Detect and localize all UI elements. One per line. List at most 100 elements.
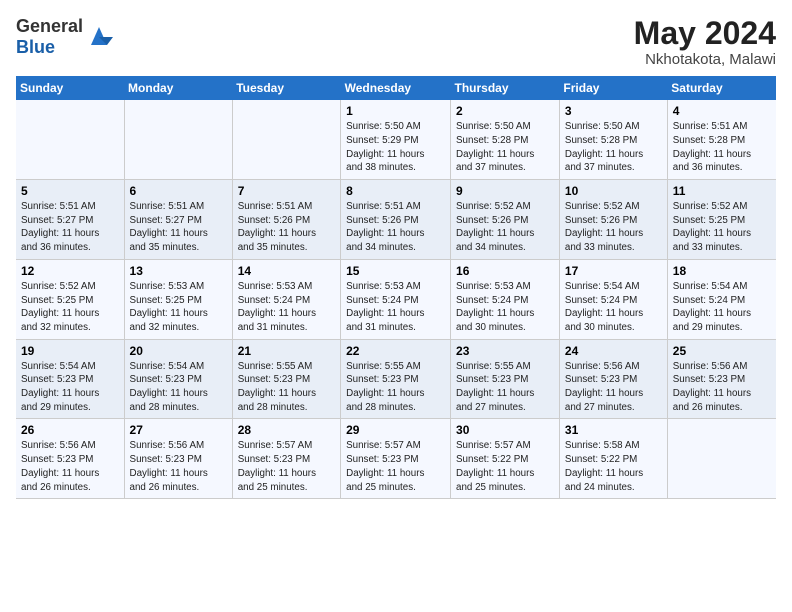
calendar-cell [124,100,232,179]
col-header-wednesday: Wednesday [341,76,451,100]
day-info: Sunrise: 5:56 AM Sunset: 5:23 PM Dayligh… [673,360,771,415]
logo-icon [85,23,113,51]
day-info: Sunrise: 5:55 AM Sunset: 5:23 PM Dayligh… [456,360,554,415]
day-info: Sunrise: 5:51 AM Sunset: 5:28 PM Dayligh… [673,120,771,175]
col-header-friday: Friday [559,76,667,100]
calendar-cell: 12 Sunrise: 5:52 AM Sunset: 5:25 PM Dayli… [16,259,124,339]
day-number: 6 [130,184,227,198]
calendar-week-5: 26 Sunrise: 5:56 AM Sunset: 5:23 PM Dayli… [16,419,776,499]
day-info: Sunrise: 5:54 AM Sunset: 5:24 PM Dayligh… [673,280,771,335]
day-number: 9 [456,184,554,198]
location-subtitle: Nkhotakota, Malawi [634,51,776,68]
day-number: 10 [565,184,662,198]
day-number: 5 [21,184,119,198]
day-info: Sunrise: 5:50 AM Sunset: 5:29 PM Dayligh… [346,120,445,175]
day-number: 4 [673,104,771,118]
calendar-cell [232,100,340,179]
calendar-week-4: 19 Sunrise: 5:54 AM Sunset: 5:23 PM Dayli… [16,339,776,419]
day-info: Sunrise: 5:51 AM Sunset: 5:26 PM Dayligh… [346,200,445,255]
calendar-week-2: 5 Sunrise: 5:51 AM Sunset: 5:27 PM Daylig… [16,180,776,260]
day-number: 27 [130,423,227,437]
day-number: 23 [456,344,554,358]
calendar-cell: 19Sunrise: 5:54 AM Sunset: 5:23 PM Dayli… [16,339,124,419]
day-number: 20 [130,344,227,358]
day-info: Sunrise: 5:51 AM Sunset: 5:27 PM Dayligh… [21,200,119,255]
day-number: 19 [21,344,119,358]
day-number: 13 [130,264,227,278]
day-info: Sunrise: 5:57 AM Sunset: 5:22 PM Dayligh… [456,439,554,494]
page-header: General Blue May 2024 Nkhotakota, Malawi [16,16,776,68]
month-year-title: May 2024 [634,16,776,51]
calendar-cell: 11 Sunrise: 5:52 AM Sunset: 5:25 PM Dayli… [667,180,776,260]
day-number: 1 [346,104,445,118]
calendar-cell: 15 Sunrise: 5:53 AM Sunset: 5:24 PM Dayli… [341,259,451,339]
title-block: May 2024 Nkhotakota, Malawi [634,16,776,68]
day-number: 28 [238,423,335,437]
day-info: Sunrise: 5:54 AM Sunset: 5:24 PM Dayligh… [565,280,662,335]
calendar-cell: 23 Sunrise: 5:55 AM Sunset: 5:23 PM Dayli… [451,339,560,419]
day-info: Sunrise: 5:52 AM Sunset: 5:25 PM Dayligh… [21,280,119,335]
day-info: Sunrise: 5:54 AM Sunset: 5:23 PM Dayligh… [130,360,227,415]
day-number: 8 [346,184,445,198]
calendar-cell: 28 Sunrise: 5:57 AM Sunset: 5:23 PM Dayli… [232,419,340,499]
calendar-cell: 3 Sunrise: 5:50 AM Sunset: 5:28 PM Daylig… [559,100,667,179]
logo: General Blue [16,16,113,58]
calendar-cell: 1 Sunrise: 5:50 AM Sunset: 5:29 PM Daylig… [341,100,451,179]
col-header-saturday: Saturday [667,76,776,100]
day-number: 15 [346,264,445,278]
calendar-cell: 27 Sunrise: 5:56 AM Sunset: 5:23 PM Dayli… [124,419,232,499]
calendar-cell: 25 Sunrise: 5:56 AM Sunset: 5:23 PM Dayli… [667,339,776,419]
day-info: Sunrise: 5:51 AM Sunset: 5:26 PM Dayligh… [238,200,335,255]
day-info: Sunrise: 5:55 AM Sunset: 5:23 PM Dayligh… [238,360,335,415]
calendar-cell: 4 Sunrise: 5:51 AM Sunset: 5:28 PM Daylig… [667,100,776,179]
day-number: 30 [456,423,554,437]
logo-general: General [16,16,83,36]
calendar-cell: 9 Sunrise: 5:52 AM Sunset: 5:26 PM Daylig… [451,180,560,260]
day-info: Sunrise: 5:56 AM Sunset: 5:23 PM Dayligh… [130,439,227,494]
calendar-cell: 24 Sunrise: 5:56 AM Sunset: 5:23 PM Dayli… [559,339,667,419]
day-info: Sunrise: 5:53 AM Sunset: 5:24 PM Dayligh… [238,280,335,335]
day-info: Sunrise: 5:52 AM Sunset: 5:25 PM Dayligh… [673,200,771,255]
calendar-cell: 2Sunrise: 5:50 AM Sunset: 5:28 PM Daylig… [451,100,560,179]
day-number: 7 [238,184,335,198]
day-number: 31 [565,423,662,437]
day-number: 25 [673,344,771,358]
calendar-cell: 18 Sunrise: 5:54 AM Sunset: 5:24 PM Dayli… [667,259,776,339]
logo-blue: Blue [16,37,55,57]
day-info: Sunrise: 5:57 AM Sunset: 5:23 PM Dayligh… [238,439,335,494]
calendar-cell [667,419,776,499]
calendar-cell: 14Sunrise: 5:53 AM Sunset: 5:24 PM Dayli… [232,259,340,339]
day-info: Sunrise: 5:50 AM Sunset: 5:28 PM Dayligh… [565,120,662,175]
calendar-table: SundayMondayTuesdayWednesdayThursdayFrid… [16,76,776,499]
day-number: 17 [565,264,662,278]
day-info: Sunrise: 5:52 AM Sunset: 5:26 PM Dayligh… [565,200,662,255]
day-number: 24 [565,344,662,358]
day-info: Sunrise: 5:53 AM Sunset: 5:24 PM Dayligh… [456,280,554,335]
day-info: Sunrise: 5:53 AM Sunset: 5:25 PM Dayligh… [130,280,227,335]
day-number: 26 [21,423,119,437]
col-header-thursday: Thursday [451,76,560,100]
day-number: 2 [456,104,554,118]
day-info: Sunrise: 5:52 AM Sunset: 5:26 PM Dayligh… [456,200,554,255]
calendar-cell: 16Sunrise: 5:53 AM Sunset: 5:24 PM Dayli… [451,259,560,339]
day-number: 18 [673,264,771,278]
col-header-monday: Monday [124,76,232,100]
day-number: 21 [238,344,335,358]
calendar-cell: 8 Sunrise: 5:51 AM Sunset: 5:26 PM Daylig… [341,180,451,260]
day-info: Sunrise: 5:57 AM Sunset: 5:23 PM Dayligh… [346,439,445,494]
col-header-sunday: Sunday [16,76,124,100]
header-row: SundayMondayTuesdayWednesdayThursdayFrid… [16,76,776,100]
day-number: 3 [565,104,662,118]
day-info: Sunrise: 5:56 AM Sunset: 5:23 PM Dayligh… [565,360,662,415]
day-info: Sunrise: 5:53 AM Sunset: 5:24 PM Dayligh… [346,280,445,335]
col-header-tuesday: Tuesday [232,76,340,100]
calendar-cell: 31Sunrise: 5:58 AM Sunset: 5:22 PM Dayli… [559,419,667,499]
calendar-cell: 5 Sunrise: 5:51 AM Sunset: 5:27 PM Daylig… [16,180,124,260]
day-number: 12 [21,264,119,278]
calendar-week-1: 1 Sunrise: 5:50 AM Sunset: 5:29 PM Daylig… [16,100,776,179]
day-number: 11 [673,184,771,198]
day-number: 29 [346,423,445,437]
calendar-cell: 22Sunrise: 5:55 AM Sunset: 5:23 PM Dayli… [341,339,451,419]
logo-text: General Blue [16,16,83,58]
day-info: Sunrise: 5:51 AM Sunset: 5:27 PM Dayligh… [130,200,227,255]
